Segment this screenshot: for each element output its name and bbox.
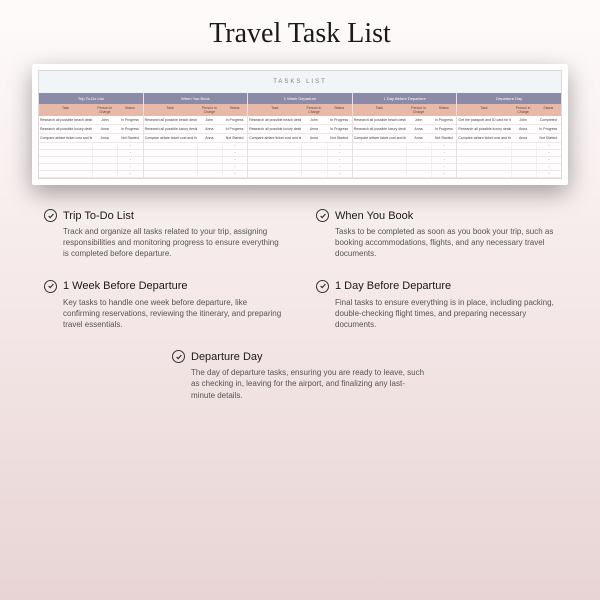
feature-title: 1 Day Before Departure <box>335 280 451 292</box>
feature-item: 1 Week Before Departure Key tasks to hand… <box>44 280 284 331</box>
column-subheader: TaskPerson in ChargeStatus <box>39 104 143 116</box>
feature-desc: The day of departure tasks, ensuring you… <box>172 367 428 401</box>
column-subheader: TaskPerson in ChargeStatus <box>144 104 248 116</box>
column-header: 1 Week Departure <box>248 93 352 104</box>
feature-item: Departure Day The day of departure tasks,… <box>172 350 428 401</box>
table-row: Research all possible beach destinations… <box>144 116 248 125</box>
feature-desc: Track and organize all tasks related to … <box>44 226 284 260</box>
check-icon <box>172 350 185 363</box>
empty-row: - <box>353 171 457 178</box>
feature-title: Departure Day <box>191 351 263 363</box>
table-row: Compare airfare ticket cost and timesAnn… <box>457 134 561 143</box>
table-row: Research all possible luxury destination… <box>353 125 457 134</box>
column-header: Departure Day <box>457 93 561 104</box>
feature-desc: Final tasks to ensure everything is in p… <box>316 297 556 331</box>
table-column: Departure DayTaskPerson in ChargeStatusG… <box>457 93 561 178</box>
feature-item: When You Book Tasks to be completed as so… <box>316 209 556 260</box>
table-row: Research all possible luxury destination… <box>144 125 248 134</box>
empty-row: - <box>353 157 457 164</box>
table-column: Trip To-Do ListTaskPerson in ChargeStatu… <box>39 93 144 178</box>
empty-row: - <box>457 143 561 150</box>
table-column: 1 Day Before DepartureTaskPerson in Char… <box>353 93 458 178</box>
column-header: Trip To-Do List <box>39 93 143 104</box>
table-row: Research all possible beach destinations… <box>39 116 143 125</box>
table-row: Research all possible luxury destination… <box>457 125 561 134</box>
empty-row: - <box>248 171 352 178</box>
empty-row: - <box>144 143 248 150</box>
feature-item: 1 Day Before Departure Final tasks to ens… <box>316 280 556 331</box>
column-header: When You Book <box>144 93 248 104</box>
empty-row: - <box>353 150 457 157</box>
table-column: When You BookTaskPerson in ChargeStatusR… <box>144 93 249 178</box>
empty-row: - <box>457 171 561 178</box>
empty-row: - <box>144 150 248 157</box>
empty-row: - <box>39 150 143 157</box>
empty-row: - <box>248 157 352 164</box>
feature-title: When You Book <box>335 210 413 222</box>
empty-row: - <box>248 164 352 171</box>
table-row: Compare airfare ticket cost and timesAnn… <box>248 134 352 143</box>
table-row: Research all possible beach destinations… <box>248 116 352 125</box>
table-row: Get the passport and ID card for the tri… <box>457 116 561 125</box>
empty-row: - <box>39 171 143 178</box>
empty-row: - <box>39 164 143 171</box>
check-icon <box>316 280 329 293</box>
check-icon <box>316 209 329 222</box>
sheet-header: TASKS LIST <box>39 71 561 93</box>
empty-row: - <box>39 157 143 164</box>
feature-title: Trip To-Do List <box>63 210 134 222</box>
empty-row: - <box>144 164 248 171</box>
table-row: Research all possible luxury destination… <box>248 125 352 134</box>
table-row: Research all possible beach destinations… <box>353 116 457 125</box>
feature-desc: Key tasks to handle one week before depa… <box>44 297 284 331</box>
empty-row: - <box>457 157 561 164</box>
empty-row: - <box>144 171 248 178</box>
feature-title: 1 Week Before Departure <box>63 280 188 292</box>
table-row: Compare airfare ticket cost and timesAnn… <box>144 134 248 143</box>
empty-row: - <box>457 164 561 171</box>
column-subheader: TaskPerson in ChargeStatus <box>353 104 457 116</box>
table-column: 1 Week DepartureTaskPerson in ChargeStat… <box>248 93 353 178</box>
feature-item: Trip To-Do List Track and organize all ta… <box>44 209 284 260</box>
empty-row: - <box>144 157 248 164</box>
table-row: Research all possible luxury destination… <box>39 125 143 134</box>
column-subheader: TaskPerson in ChargeStatus <box>457 104 561 116</box>
empty-row: - <box>353 143 457 150</box>
check-icon <box>44 280 57 293</box>
empty-row: - <box>39 143 143 150</box>
empty-row: - <box>248 150 352 157</box>
column-header: 1 Day Before Departure <box>353 93 457 104</box>
empty-row: - <box>353 164 457 171</box>
column-subheader: TaskPerson in ChargeStatus <box>248 104 352 116</box>
table-row: Compare airfare ticket cost and timesAnn… <box>353 134 457 143</box>
page-title: Travel Task List <box>0 0 600 64</box>
feature-desc: Tasks to be completed as soon as you boo… <box>316 226 556 260</box>
table-row: Compare airfare ticket cost and timesAnn… <box>39 134 143 143</box>
empty-row: - <box>457 150 561 157</box>
spreadsheet-preview: TASKS LIST Trip To-Do ListTaskPerson in … <box>32 64 568 185</box>
empty-row: - <box>248 143 352 150</box>
check-icon <box>44 209 57 222</box>
